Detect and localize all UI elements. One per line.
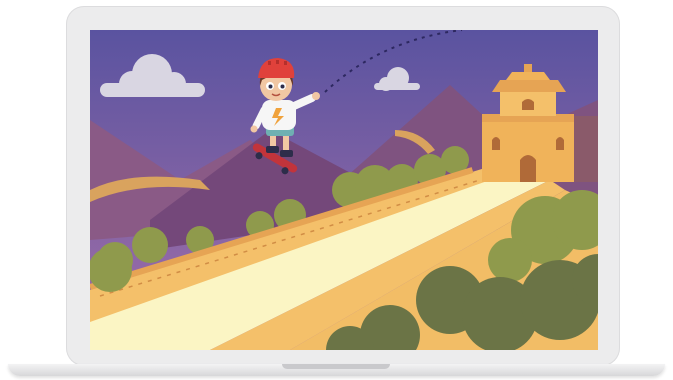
game-screen[interactable]: [90, 30, 598, 350]
laptop-hinge-notch: [282, 364, 390, 369]
game-scene: [90, 30, 598, 350]
laptop-frame: [0, 0, 673, 380]
